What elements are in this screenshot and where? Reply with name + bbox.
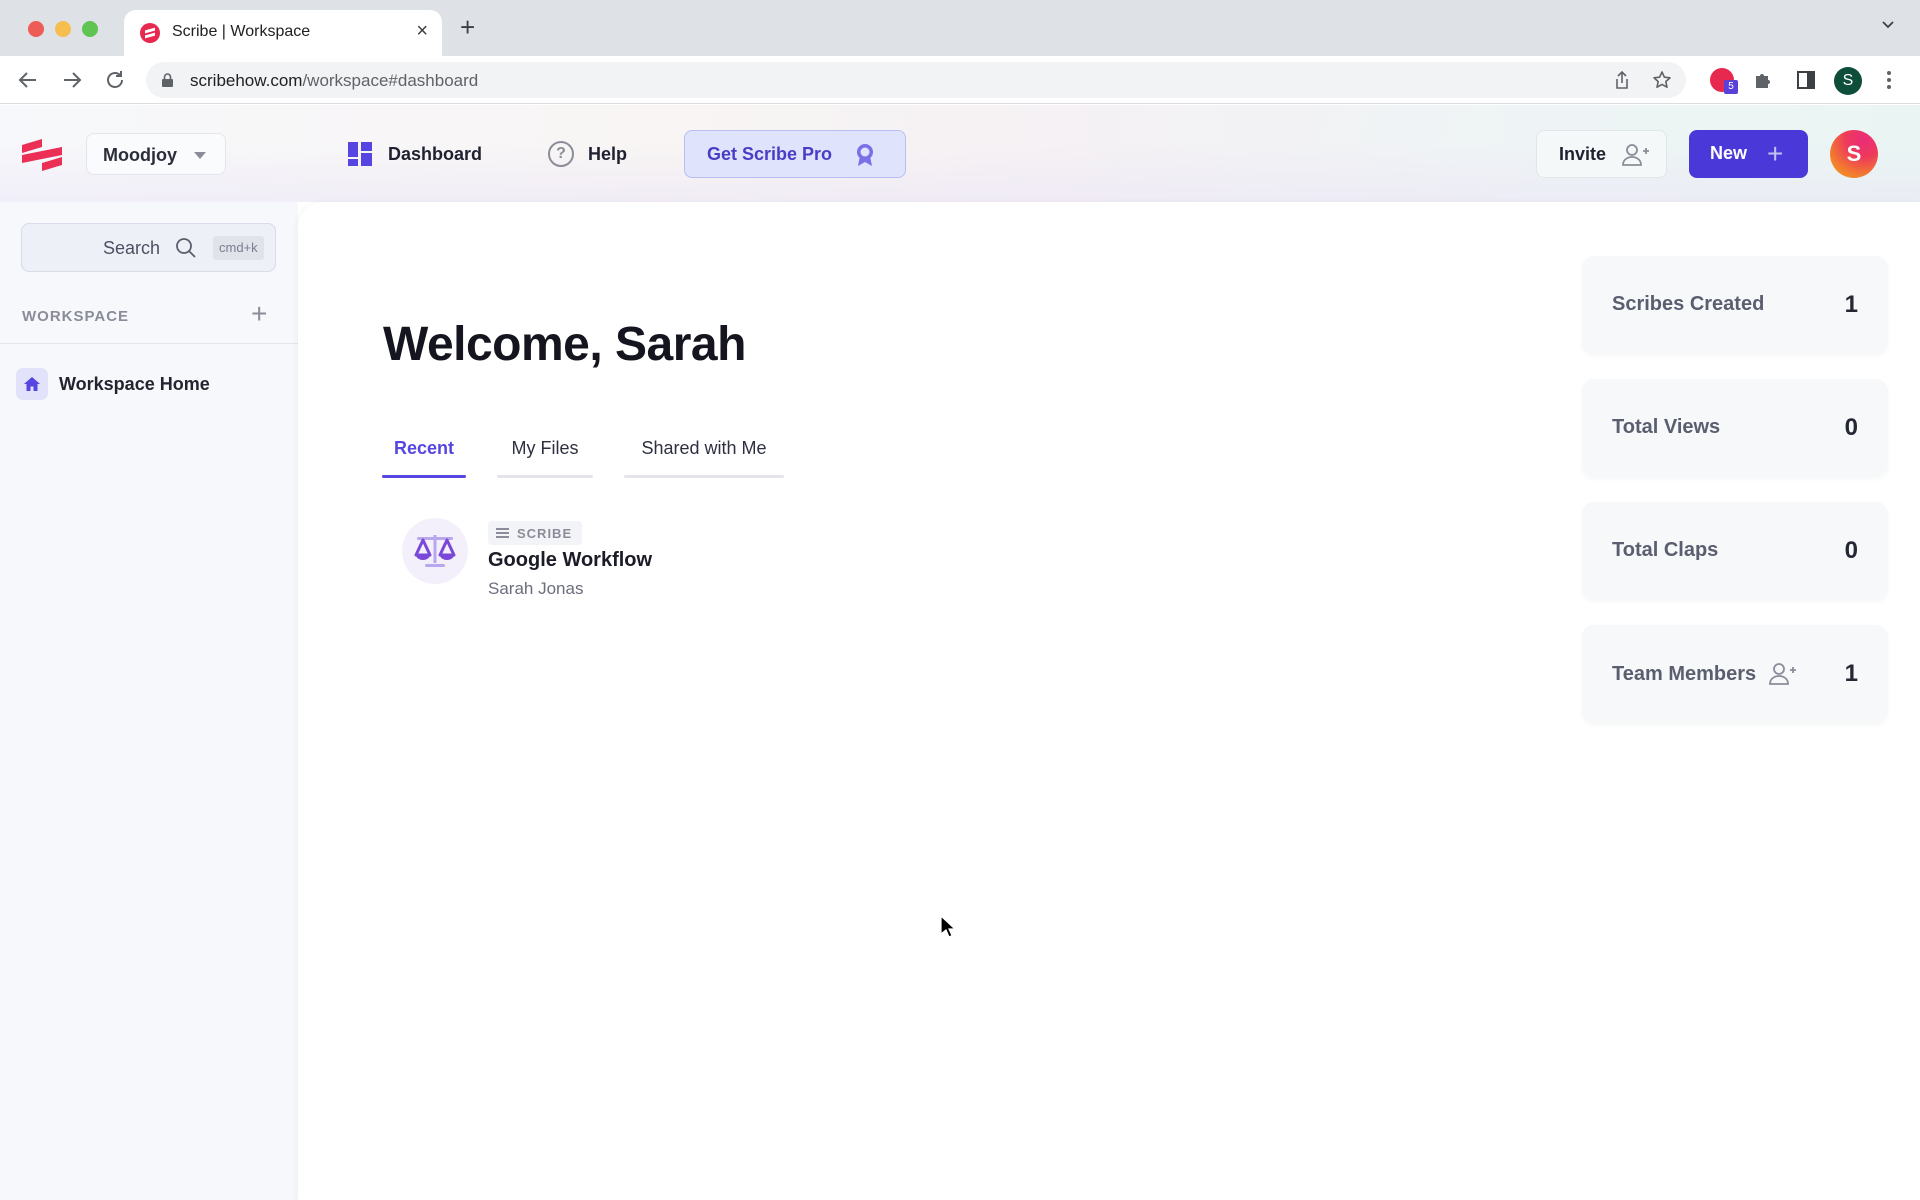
award-ribbon-icon [857,144,873,166]
reload-icon[interactable] [103,68,127,92]
stat-card-team-members: Team Members 1 [1582,625,1888,723]
tab-recent[interactable]: Recent [382,438,466,478]
sidebar-item-label: Workspace Home [59,373,210,394]
file-list-item[interactable]: SCRIBE Google Workflow Sarah Jonas [402,518,802,608]
scribe-logo-icon[interactable] [20,135,64,171]
get-scribe-pro-button[interactable]: Get Scribe Pro [684,130,906,178]
help-icon: ? [548,141,574,167]
stat-value: 0 [1844,414,1858,441]
file-type-badge: SCRIBE [488,521,583,545]
search-placeholder: Search [103,238,161,258]
tab-title: Scribe | Workspace [172,23,311,40]
add-user-icon[interactable] [1768,662,1798,686]
stat-label-text: Total Claps [1612,539,1719,561]
invite-button[interactable]: Invite [1536,130,1667,178]
stat-label-text: Team Members [1612,662,1757,685]
page-title: Welcome, Sarah [383,318,746,371]
window-minimize-button[interactable] [55,21,71,37]
tab-indicator [624,475,784,478]
tab-shared-with-me[interactable]: Shared with Me [624,438,784,478]
stat-label: Total Views [1612,416,1720,439]
forward-arrow-icon[interactable] [60,68,84,92]
get-scribe-pro-label: Get Scribe Pro [707,144,833,164]
workspace-selector[interactable]: Moodjoy [86,133,226,175]
browser-menu-icon[interactable] [1886,69,1892,91]
new-tab-button[interactable]: + [460,14,475,40]
new-button[interactable]: New + [1689,130,1808,178]
nav-help-label: Help [588,143,628,164]
address-bar[interactable]: scribehow.com/workspace#dashboard [146,62,1686,98]
add-workspace-icon[interactable]: + [251,298,267,330]
browser-tab-bar: Scribe | Workspace × + [0,0,1920,56]
nav-help[interactable]: ? Help [548,137,627,171]
user-avatar[interactable]: S [1830,130,1878,178]
file-author: Sarah Jonas [488,579,584,598]
extensions-puzzle-icon[interactable] [1752,68,1776,92]
stat-label: Total Claps [1612,539,1718,562]
new-label: New [1710,143,1748,163]
stat-label: Team Members [1612,662,1798,686]
stat-card-total-views: Total Views 0 [1582,379,1888,477]
stat-label: Scribes Created [1612,293,1764,316]
app-header: Moodjoy Dashboard ? Help Get Scribe Pro … [0,105,1920,202]
url-path: /workspace#dashboard [302,71,479,90]
window-close-button[interactable] [28,21,44,37]
scales-icon [402,518,468,584]
nav-dashboard[interactable]: Dashboard [348,137,482,171]
tab-my-files-label: My Files [511,438,579,458]
tab-search-chevron-icon[interactable] [1882,18,1894,30]
nav-dashboard-label: Dashboard [388,143,483,164]
search-shortcut-hint: cmd+k [213,236,264,260]
stat-label-text: Scribes Created [1612,293,1765,315]
stat-value: 1 [1844,660,1858,687]
stat-value: 1 [1844,291,1858,318]
stat-card-scribes-created: Scribes Created 1 [1582,256,1888,354]
side-panel-icon[interactable] [1794,68,1818,92]
plus-icon: + [1767,138,1784,169]
window-maximize-button[interactable] [82,21,98,37]
stat-value: 0 [1844,537,1858,564]
tab-indicator [497,475,593,478]
share-icon[interactable] [1612,70,1632,90]
search-input[interactable]: Search cmd+k [21,223,276,272]
tab-shared-label: Shared with Me [641,438,767,458]
extension-badge: 5 [1724,80,1738,94]
stat-card-total-claps: Total Claps 0 [1582,502,1888,600]
browser-profile-avatar[interactable]: S [1834,67,1862,95]
add-user-icon [1622,144,1649,166]
list-icon [496,526,509,540]
browser-tab-active[interactable]: Scribe | Workspace × [124,10,442,56]
scribe-extension-icon[interactable]: 5 [1710,68,1738,94]
file-name: Google Workflow [488,549,653,571]
caret-down-icon [194,152,206,159]
url-text: scribehow.com/workspace#dashboard [190,71,478,91]
browser-toolbar: scribehow.com/workspace#dashboard 5 S [0,56,1920,104]
home-icon [16,368,48,400]
sidebar-item-workspace-home[interactable]: Workspace Home [16,367,282,401]
url-domain: scribehow.com [190,71,303,90]
dashboard-icon [348,142,372,166]
lock-icon [162,73,173,87]
sidebar: Search cmd+k WORKSPACE + Workspace Home [0,202,298,1200]
tab-indicator [382,475,466,478]
scribe-favicon-icon [140,23,160,43]
main-content: Welcome, Sarah Recent My Files Shared wi… [298,202,1920,1200]
back-arrow-icon[interactable] [16,68,40,92]
mouse-cursor-icon [940,915,956,938]
tab-close-icon[interactable]: × [416,20,428,43]
file-type-label: SCRIBE [517,525,573,541]
invite-label: Invite [1559,144,1607,164]
workspace-section-title: WORKSPACE [22,308,130,325]
tab-recent-label: Recent [393,438,455,458]
sidebar-divider [0,343,298,344]
workspace-name: Moodjoy [103,145,177,165]
stat-label-text: Total Views [1612,416,1721,438]
bookmark-star-icon[interactable] [1652,70,1672,90]
tab-my-files[interactable]: My Files [497,438,593,478]
search-icon [176,238,196,258]
